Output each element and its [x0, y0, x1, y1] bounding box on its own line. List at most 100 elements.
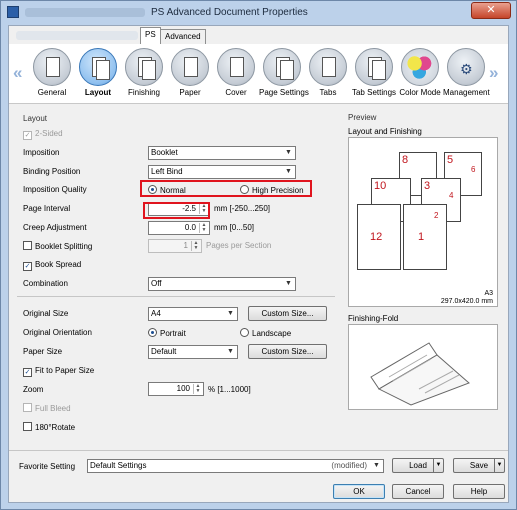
imposition-select[interactable]: Booklet ▼ — [148, 146, 296, 160]
portrait-label: Portrait — [160, 329, 186, 338]
favorite-setting-label: Favorite Setting — [19, 462, 76, 471]
full-bleed-checkbox[interactable]: Full Bleed — [23, 403, 71, 413]
cover-icon — [217, 48, 255, 86]
ribbon-management[interactable]: ⚙ Management — [443, 48, 490, 102]
pages-per-section-spinner[interactable]: 1 ▲ ▼ — [148, 239, 202, 253]
two-sided-checkbox[interactable]: ✓ 2-Sided — [23, 129, 63, 140]
fit-to-paper-checkbox[interactable]: ✓ Fit to Paper Size — [23, 366, 94, 377]
tab-settings-icon — [355, 48, 393, 86]
rotate-checkbox[interactable]: 180°Rotate — [23, 422, 75, 432]
preview-page: 12 — [357, 204, 401, 270]
pages-per-section-label: Pages per Section — [206, 241, 272, 250]
paper-icon — [171, 48, 209, 86]
save-button[interactable]: Save ▼ — [453, 458, 505, 473]
ribbon-cover[interactable]: Cover — [213, 48, 259, 102]
binding-position-select[interactable]: Left Bind ▼ — [148, 165, 296, 179]
favorite-setting-select[interactable]: Default Settings (modified) ▼ — [87, 459, 384, 473]
redacted-title — [25, 8, 145, 17]
paper-custom-size-button[interactable]: Custom Size... — [248, 344, 327, 359]
ribbon-label: General — [37, 88, 67, 97]
ribbon-general[interactable]: General — [29, 48, 75, 102]
ribbon-label: Management — [443, 88, 490, 97]
imposition-label: Imposition — [23, 148, 60, 157]
zoom-value: 100 — [176, 384, 190, 393]
combination-select[interactable]: Off ▼ — [148, 277, 296, 291]
chevron-down-icon: ▼ — [227, 310, 234, 317]
chevron-down-icon: ▼ — [227, 348, 234, 355]
pages-per-section-value: 1 — [183, 241, 188, 250]
title-bar: PS Advanced Document Properties ✕ — [1, 1, 516, 23]
window-title: PS Advanced Document Properties — [151, 7, 308, 18]
fold-preview — [348, 324, 498, 410]
ribbon-paper[interactable]: Paper — [167, 48, 213, 102]
two-sided-label: 2-Sided — [35, 129, 63, 138]
original-size-select[interactable]: A4 ▼ — [148, 307, 238, 321]
load-button[interactable]: Load ▼ — [392, 458, 444, 473]
combination-label: Combination — [23, 279, 68, 288]
ribbon-label: Finishing — [127, 88, 160, 97]
paper-size-select[interactable]: Default ▼ — [148, 345, 238, 359]
page-number: 2 — [434, 211, 439, 220]
spinner-arrows-icon[interactable]: ▲ ▼ — [199, 223, 208, 233]
highlight-page-interval — [143, 202, 210, 219]
paper-size-label: Paper Size — [23, 347, 63, 356]
check-icon: ✓ — [23, 368, 32, 377]
ribbon-label: Layout — [84, 88, 112, 97]
booklet-splitting-checkbox[interactable]: Booklet Splitting — [23, 241, 92, 251]
chevron-down-icon: ▼ — [285, 280, 292, 287]
ribbon-label: Color Mode — [399, 88, 441, 97]
chevron-down-icon: ▼ — [373, 462, 380, 469]
paper-name: A3 — [484, 290, 493, 297]
ribbon-layout[interactable]: Layout — [75, 48, 121, 102]
spinner-arrows-icon[interactable]: ▲ ▼ — [191, 241, 200, 251]
page-settings-icon — [263, 48, 301, 86]
chevron-down-icon[interactable]: ▼ — [433, 459, 443, 472]
zoom-spinner[interactable]: 100 ▲ ▼ — [148, 382, 204, 396]
printer-icon — [7, 6, 19, 18]
ok-button[interactable]: OK — [333, 484, 385, 499]
book-spread-checkbox[interactable]: ✓ Book Spread — [23, 260, 81, 271]
redacted-tab — [16, 31, 138, 40]
combination-value: Off — [151, 279, 162, 288]
close-button[interactable]: ✕ — [471, 2, 511, 19]
binding-position-label: Binding Position — [23, 167, 81, 176]
chevron-down-icon[interactable]: ▼ — [494, 459, 504, 472]
ribbon-page-settings[interactable]: Page Settings — [259, 48, 309, 102]
original-custom-size-button[interactable]: Custom Size... — [248, 306, 327, 321]
page-interval-range: mm [-250...250] — [214, 204, 271, 213]
tab-advanced[interactable]: Advanced — [160, 29, 206, 44]
creep-adjustment-label: Creep Adjustment — [23, 223, 87, 232]
ribbon-tabs[interactable]: Tabs — [305, 48, 351, 102]
spinner-arrows-icon[interactable]: ▲ ▼ — [193, 384, 202, 394]
landscape-label: Landscape — [252, 329, 292, 338]
tab-ps[interactable]: PS — [140, 27, 161, 44]
scroll-left-arrow[interactable]: « — [13, 63, 22, 83]
ribbon-finishing[interactable]: Finishing — [121, 48, 167, 102]
page-number: 3 — [424, 180, 431, 192]
zoom-label: Zoom — [23, 385, 44, 394]
landscape-radio[interactable]: Landscape — [240, 328, 291, 338]
original-orientation-label: Original Orientation — [23, 328, 92, 337]
ribbon-color-mode[interactable]: Color Mode — [397, 48, 443, 102]
ribbon-label: Cover — [225, 88, 247, 97]
booklet-splitting-label: Booklet Splitting — [35, 242, 93, 251]
zoom-range: % [1...1000] — [208, 385, 251, 394]
ribbon-tab-settings[interactable]: Tab Settings — [351, 48, 397, 102]
load-label: Load — [409, 461, 427, 470]
scroll-right-arrow[interactable]: » — [489, 63, 498, 83]
imposition-value: Booklet — [151, 148, 178, 157]
feature-ribbon: « General Layout Finishing Paper Cover P… — [9, 44, 508, 104]
creep-adjustment-spinner[interactable]: 0.0 ▲ ▼ — [148, 221, 210, 235]
preview-page: 12 — [403, 204, 447, 270]
ribbon-label: Tabs — [319, 88, 337, 97]
finishing-icon — [125, 48, 163, 86]
cancel-button[interactable]: Cancel — [392, 484, 444, 499]
page-number: 1 — [418, 231, 425, 243]
portrait-radio[interactable]: Portrait — [148, 328, 186, 338]
modified-indicator: (modified) — [331, 461, 367, 470]
layout-preview: 8 56 10 34 12 12 A3 297.0x420.0 mm — [348, 137, 498, 307]
imposition-quality-label: Imposition Quality — [23, 185, 87, 194]
paper-size-value: Default — [151, 347, 177, 356]
help-button[interactable]: Help — [453, 484, 505, 499]
chevron-down-icon: ▼ — [285, 168, 292, 175]
